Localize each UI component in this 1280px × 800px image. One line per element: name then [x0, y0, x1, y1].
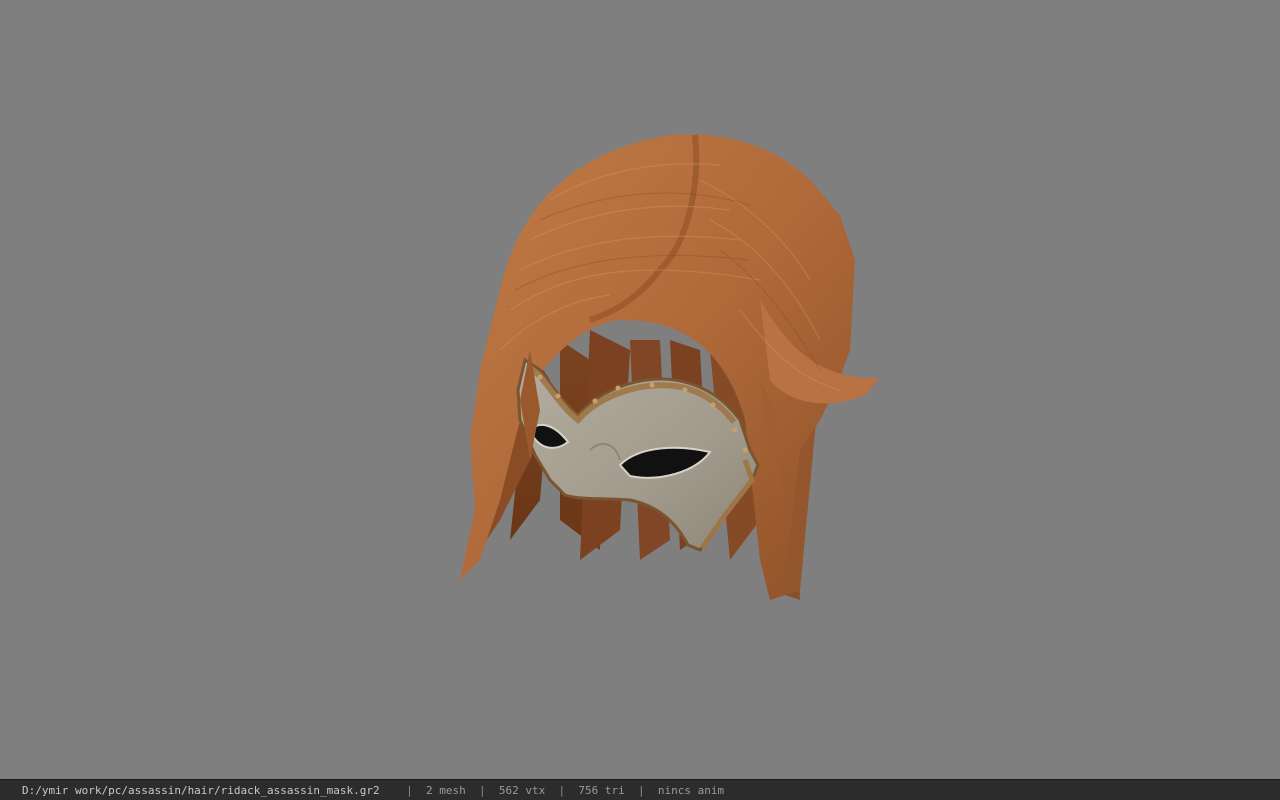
animation-status: nincs anim — [657, 783, 725, 797]
status-separator: | — [406, 783, 413, 797]
status-separator: | — [637, 783, 645, 797]
status-separator: | — [558, 783, 566, 797]
triangle-count: 756 tri — [578, 783, 625, 797]
file-path: D:/ymir work/pc/assassin/hair/ridack_ass… — [22, 783, 380, 797]
3d-viewport[interactable] — [0, 0, 1280, 779]
status-separator: | — [479, 783, 486, 797]
model-render — [460, 134, 880, 600]
mesh-count: 2 mesh — [426, 783, 466, 797]
status-bar: D:/ymir work/pc/assassin/hair/ridack_ass… — [0, 779, 1280, 800]
vertex-count: 562 vtx — [498, 783, 546, 797]
